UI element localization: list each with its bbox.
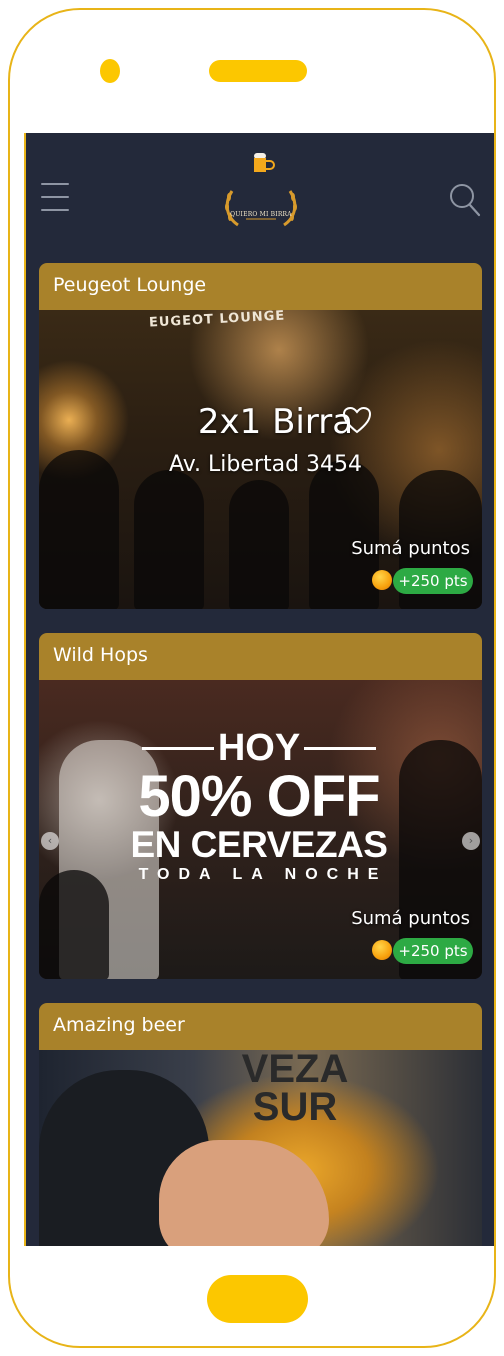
venue-photo: VEZA SUR <box>39 1050 482 1246</box>
beer-mug-logo-icon <box>225 153 297 227</box>
search-icon[interactable] <box>448 181 482 217</box>
speaker-slot <box>209 60 307 82</box>
app-screen: QUIERO MI BIRRA Peugeot Lounge EUGEOT LO… <box>24 133 494 1246</box>
points-badge[interactable]: +250 pts <box>393 938 473 964</box>
coin-icon <box>372 570 392 590</box>
carousel-prev-icon[interactable]: ‹ <box>41 832 59 850</box>
banner-discount: 50% OFF <box>138 764 380 829</box>
carousel-next-icon[interactable]: › <box>462 832 480 850</box>
home-button[interactable] <box>207 1275 308 1323</box>
hand-silhouette <box>159 1140 329 1246</box>
banner-hoy: HOY <box>217 727 301 769</box>
points-label: Sumá puntos <box>351 908 470 929</box>
favorite-heart-icon[interactable] <box>342 406 372 434</box>
promo-address: Av. Libertad 3454 <box>168 452 363 477</box>
hamburger-menu-icon[interactable] <box>41 183 69 215</box>
points-badge[interactable]: +250 pts <box>393 568 473 594</box>
promo-title: 2x1 Birra <box>197 402 354 442</box>
venue-photo: EUGEOT LOUNGE 2x1 Birra Av. Libertad 345… <box>39 310 482 609</box>
banner-subject: EN CERVEZAS <box>130 824 389 865</box>
venue-sign: EUGEOT LOUNGE <box>148 310 286 331</box>
coin-icon <box>372 940 392 960</box>
card-title: Wild Hops <box>39 633 482 680</box>
points-label: Sumá puntos <box>351 538 470 559</box>
card-title: Peugeot Lounge <box>39 263 482 310</box>
logo-wordmark: QUIERO MI BIRRA <box>230 211 292 218</box>
venue-photo: HOY 50% OFF EN CERVEZAS TODA LA NOCHE ‹ … <box>39 680 482 979</box>
venue-card-peugeot-lounge[interactable]: Peugeot Lounge EUGEOT LOUNGE 2x1 Birra A… <box>39 263 482 609</box>
app-header: QUIERO MI BIRRA <box>26 133 494 257</box>
venue-card-amazing-beer[interactable]: Amazing beer VEZA SUR <box>39 1003 482 1246</box>
app-logo: QUIERO MI BIRRA <box>212 151 310 233</box>
banner-duration: TODA LA NOCHE <box>138 866 388 883</box>
promo-banner: HOY 50% OFF EN CERVEZAS TODA LA NOCHE <box>129 728 389 886</box>
glass-print: VEZA SUR <box>241 1050 349 1129</box>
venue-card-wild-hops[interactable]: Wild Hops HOY 50% OFF EN CERVEZAS TODA L… <box>39 633 482 979</box>
camera-dot <box>100 59 120 83</box>
card-title: Amazing beer <box>39 1003 482 1050</box>
